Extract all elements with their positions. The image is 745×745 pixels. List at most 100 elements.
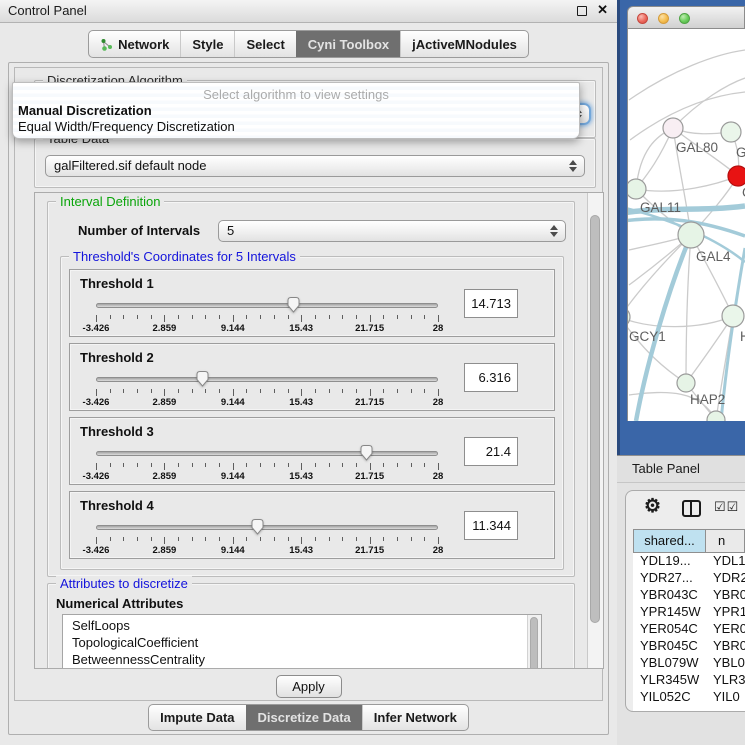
network-node-gal4[interactable] <box>678 222 704 248</box>
bottom-tabstrip: Impute Data Discretize Data Infer Network <box>148 704 469 731</box>
slider-ticks <box>96 389 438 397</box>
attributes-list-scrollbar[interactable] <box>527 615 541 669</box>
table-row[interactable]: YIL052CYIL0 <box>633 689 745 706</box>
threshold-slider-3[interactable]: -3.4262.8599.14415.4321.71528 <box>96 444 438 480</box>
bottom-tab-impute-data[interactable]: Impute Data <box>149 705 245 730</box>
thresholds-group: Threshold's Coordinates for 5 Intervals … <box>60 256 564 570</box>
threshold-slider-4[interactable]: -3.4262.8599.14415.4321.71528 <box>96 518 438 554</box>
threshold-slider-2[interactable]: -3.4262.8599.14415.4321.71528 <box>96 370 438 406</box>
threshold-slider-1[interactable]: -3.4262.8599.14415.4321.71528 <box>96 296 438 332</box>
slider-thumb[interactable] <box>359 444 374 462</box>
threshold-panel-3: Threshold 3-3.4262.8599.14415.4321.71528… <box>69 417 555 485</box>
network-icon <box>100 38 113 51</box>
network-desktop: GAL80GACGAL11GAL4GCY1HHAP2 <box>617 0 745 455</box>
network-node-ga[interactable] <box>721 122 741 142</box>
tab-network[interactable]: Network <box>89 31 180 57</box>
threshold-label: Threshold 2 <box>80 350 154 365</box>
bottom-tab-discretize-data[interactable]: Discretize Data <box>246 705 362 730</box>
interval-definition-group: Interval Definition Number of Intervals … <box>47 201 575 577</box>
cell-name: YDR2 <box>706 570 745 587</box>
table-data-combobox[interactable]: galFiltered.sif default node <box>45 155 585 177</box>
num-intervals-combobox[interactable]: 5 <box>218 220 566 242</box>
numerical-attributes-list[interactable]: SelfLoopsTopologicalCoefficientBetweenne… <box>62 614 542 669</box>
network-node-c[interactable] <box>728 166 745 186</box>
slider-ticks <box>96 463 438 471</box>
node-table: shared... n YDL19...YDL1YDR27...YDR2YBR0… <box>633 529 745 711</box>
cell-shared-name: YBL079W <box>633 655 706 672</box>
threshold-value-field[interactable]: 11.344 <box>464 511 518 540</box>
table-row[interactable]: YER054CYER0 <box>633 621 745 638</box>
slider-track[interactable] <box>96 525 438 530</box>
network-node-gal80[interactable] <box>663 118 683 138</box>
close-traffic-light-icon[interactable] <box>637 13 648 24</box>
slider-track[interactable] <box>96 451 438 456</box>
threshold-value-field[interactable]: 6.316 <box>464 363 518 392</box>
table-row[interactable]: YDL19...YDL1 <box>633 553 745 570</box>
minimize-traffic-light-icon[interactable] <box>658 13 669 24</box>
column-header-shared[interactable]: shared... <box>633 529 706 553</box>
bottom-tab-bar: Impute Data Discretize Data Infer Network <box>9 704 608 731</box>
table-row[interactable]: YDR27...YDR2 <box>633 570 745 587</box>
network-node-gal11[interactable] <box>628 179 646 199</box>
tab-cyni-toolbox[interactable]: Cyni Toolbox <box>296 31 400 57</box>
screen: Control Panel ✕ NetworkStyleSelectCyni T… <box>0 0 745 745</box>
network-view-window: GAL80GACGAL11GAL4GCY1HHAP2 <box>627 6 745 421</box>
column-header-name[interactable]: n <box>706 529 745 553</box>
dropdown-option-equal-width-frequency-discretization[interactable]: Equal Width/Frequency Discretization <box>18 119 235 134</box>
table-row[interactable]: YLR345WYLR3 <box>633 672 745 689</box>
control-panel-title: Control Panel <box>8 3 87 18</box>
combo-arrows-icon <box>550 225 558 237</box>
slider-thumb[interactable] <box>250 518 265 536</box>
dropdown-option-manual-discretization[interactable]: Manual Discretization <box>18 103 152 118</box>
threshold-value-field[interactable]: 21.4 <box>464 437 518 466</box>
threshold-label: Threshold 1 <box>80 276 154 291</box>
attributes-group: Attributes to discretize Numerical Attri… <box>47 583 575 669</box>
table-row[interactable]: YPR145WYPR1 <box>633 604 745 621</box>
slider-tick-labels: -3.4262.8599.14415.4321.71528 <box>96 545 438 555</box>
cell-name: YIL0 <box>706 689 745 706</box>
table-data-group: Table Data galFiltered.sif default node <box>34 138 596 188</box>
cell-shared-name: YDL19... <box>633 553 706 570</box>
tab-select[interactable]: Select <box>234 31 295 57</box>
tab-style[interactable]: Style <box>180 31 234 57</box>
node-label: GAL11 <box>640 200 681 215</box>
attributes-group-title: Attributes to discretize <box>56 576 192 591</box>
slider-track[interactable] <box>96 303 438 308</box>
tab-jactivemnodules[interactable]: jActiveMNodules <box>400 31 528 57</box>
attribute-item-topologicalcoefficient[interactable]: TopologicalCoefficient <box>72 634 541 651</box>
scrollbar-thumb[interactable] <box>530 617 538 669</box>
apply-button[interactable]: Apply <box>276 675 342 698</box>
scrollbar-thumb[interactable] <box>590 215 600 623</box>
attribute-item-betweennesscentrality[interactable]: BetweennessCentrality <box>72 651 541 668</box>
network-node-hap2[interactable] <box>677 374 695 392</box>
num-intervals-value: 5 <box>227 221 234 241</box>
network-node-gcy1[interactable] <box>628 307 630 327</box>
network-canvas[interactable]: GAL80GACGAL11GAL4GCY1HHAP2 <box>627 29 745 421</box>
attribute-item-selfloops[interactable]: SelfLoops <box>72 617 541 634</box>
cell-shared-name: YER054C <box>633 621 706 638</box>
tab-label: Impute Data <box>160 710 234 725</box>
network-node-h[interactable] <box>722 305 744 327</box>
table-row[interactable]: YBL079WYBL0 <box>633 655 745 672</box>
slider-thumb[interactable] <box>286 296 301 314</box>
bottom-tab-infer-network[interactable]: Infer Network <box>362 705 468 730</box>
float-window-icon[interactable] <box>577 6 587 16</box>
checkbox-icons[interactable]: ☑☑ <box>714 499 739 515</box>
slider-thumb[interactable] <box>195 370 210 388</box>
slider-tick-labels: -3.4262.8599.14415.4321.71528 <box>96 323 438 333</box>
threshold-value-field[interactable]: 14.713 <box>464 289 518 318</box>
gear-icon[interactable]: ⚙ <box>644 495 661 518</box>
cell-name: YBL0 <box>706 655 745 672</box>
close-icon[interactable]: ✕ <box>597 2 608 18</box>
top-tabstrip: NetworkStyleSelectCyni ToolboxjActiveMNo… <box>88 30 529 58</box>
column-layout-icon[interactable] <box>682 500 701 517</box>
table-row[interactable]: YBR043CYBR0 <box>633 587 745 604</box>
slider-track[interactable] <box>96 377 438 382</box>
table-row[interactable]: YBR045CYBR0 <box>633 638 745 655</box>
cell-name: YLR3 <box>706 672 745 689</box>
threshold-label: Threshold 4 <box>80 498 154 513</box>
settings-scrollbar[interactable] <box>587 193 603 668</box>
tab-label: Infer Network <box>374 710 457 725</box>
zoom-traffic-light-icon[interactable] <box>679 13 690 24</box>
cell-name: YBR0 <box>706 587 745 604</box>
